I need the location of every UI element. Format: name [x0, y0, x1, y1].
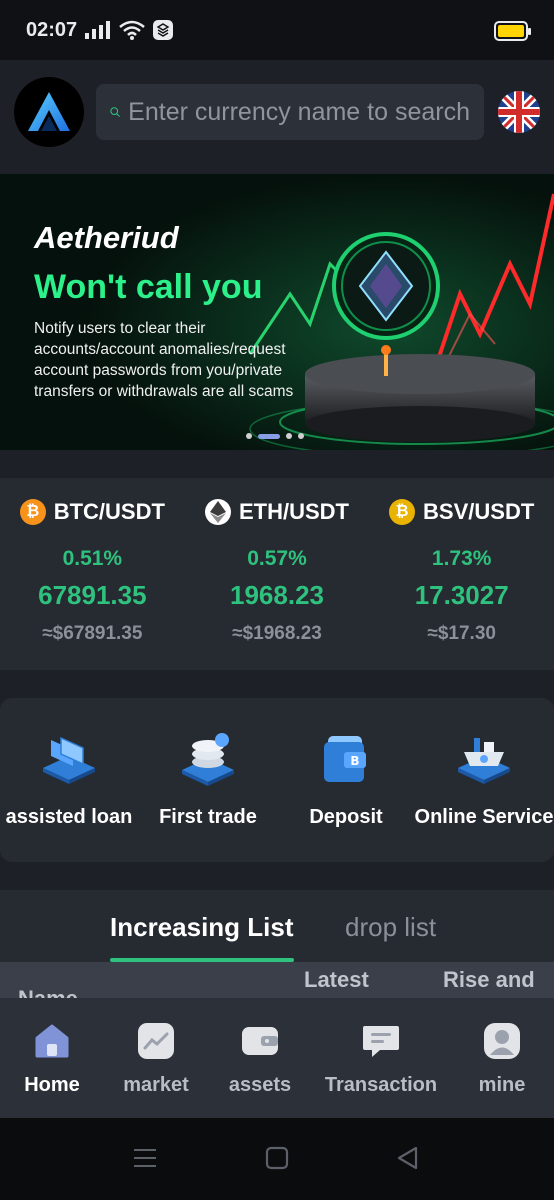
ticker-pair: ₿ BSV/USDT [389, 499, 534, 525]
search-placeholder: Enter currency name to search [128, 97, 470, 126]
usd-value: ≈$1968.23 [232, 623, 322, 644]
change-percent: 1.73% [431, 547, 492, 570]
promo-banner[interactable]: Aetheriud Won't call you Notify users to… [0, 174, 554, 450]
assisted-loan-button[interactable]: assisted loan [5, 698, 133, 829]
bitcoin-icon: ₿ [19, 499, 46, 525]
nav-mine[interactable]: mine [464, 998, 540, 1097]
pair-label: BSV/USDT [423, 499, 535, 524]
ticker-pair: ₿ BTC/USDT [19, 499, 165, 525]
column-latest: Latest [304, 967, 369, 992]
home-button-icon[interactable] [265, 1146, 289, 1170]
nav-label: mine [478, 1074, 526, 1096]
nav-assets[interactable]: assets [222, 998, 298, 1097]
signal-icon [85, 21, 111, 39]
carousel-dot[interactable] [246, 433, 252, 439]
nav-transaction[interactable]: Transaction [322, 998, 440, 1097]
loan-cards-icon [43, 736, 95, 784]
column-rise: Rise and [443, 967, 535, 992]
status-time: 02:07 [26, 18, 78, 41]
language-flag-icon[interactable] [498, 91, 540, 133]
market-ticker: ₿ BTC/USDT 0.51% 67891.35 ≈$67891.35 ETH… [0, 478, 554, 670]
deposit-button[interactable]: B Deposit [296, 698, 396, 829]
last-price: 17.3027 [414, 580, 509, 610]
usd-value: ≈$67891.35 [42, 623, 143, 644]
quick-actions: assisted loan First trade B Deposit Onli… [0, 698, 554, 862]
action-label: Deposit [309, 806, 383, 828]
nav-home[interactable]: Home [14, 998, 90, 1097]
ethereum-icon [205, 499, 231, 525]
nav-label: Home [24, 1074, 80, 1096]
banner-brand: Aetheriud [34, 220, 179, 255]
last-price: 67891.35 [38, 580, 147, 610]
header: Enter currency name to search [0, 60, 554, 164]
user-icon [484, 1023, 520, 1059]
action-label: assisted loan [5, 806, 133, 828]
list-header: Name Latest Rise and [0, 962, 554, 1000]
home-icon [35, 1024, 69, 1058]
last-price: 1968.23 [230, 580, 324, 610]
online-service-button[interactable]: Online Service [414, 698, 554, 829]
action-label: First trade [159, 806, 257, 828]
first-trade-button[interactable]: First trade [150, 698, 266, 829]
status-bar: 02:07 [0, 0, 554, 60]
status-icons [85, 20, 174, 40]
action-label: Online Service [414, 806, 554, 828]
carousel-dot[interactable] [286, 433, 292, 439]
app-logo[interactable] [14, 77, 84, 147]
nav-market[interactable]: market [116, 998, 196, 1097]
ticker-item-bsv[interactable]: ₿ BSV/USDT 1.73% 17.3027 ≈$17.30 [369, 478, 554, 670]
back-icon[interactable] [396, 1146, 420, 1170]
nav-label: assets [228, 1074, 292, 1096]
carousel-dot[interactable] [298, 433, 304, 439]
bitcoin-sv-icon: ₿ [389, 499, 416, 525]
nav-label: Transaction [324, 1074, 438, 1096]
change-percent: 0.57% [247, 547, 307, 570]
banner-body: Notify users to clear their accounts/acc… [34, 320, 294, 400]
recent-apps-icon[interactable] [132, 1146, 158, 1170]
battery-icon [494, 21, 531, 41]
app-notification-icon [153, 20, 174, 40]
wifi-icon [119, 20, 145, 40]
chart-icon [138, 1023, 174, 1059]
ticker-item-eth[interactable]: ETH/USDT 0.57% 1968.23 ≈$1968.23 [185, 478, 370, 670]
banner-art [0, 174, 554, 450]
wallet-nav-icon [242, 1027, 278, 1055]
change-percent: 0.51% [62, 547, 123, 570]
search-input[interactable]: Enter currency name to search [96, 84, 484, 140]
wallet-icon: B [324, 736, 366, 782]
ranking-list: Increasing List drop list Name Latest Ri… [0, 890, 554, 1000]
bottom-nav: Home market assets Transaction mine [0, 998, 554, 1118]
carousel-indicator[interactable] [246, 433, 304, 439]
chat-icon [363, 1026, 399, 1057]
banner-headline: Won't call you [34, 268, 263, 306]
coin-stack-icon [182, 733, 234, 786]
nav-label: market [123, 1074, 189, 1096]
ticker-pair: ETH/USDT [205, 499, 349, 525]
tab-increasing-list[interactable]: Increasing List [110, 912, 294, 943]
ticker-item-btc[interactable]: ₿ BTC/USDT 0.51% 67891.35 ≈$67891.35 [0, 478, 185, 670]
pair-label: BTC/USDT [53, 499, 165, 524]
system-nav-bar [0, 1118, 554, 1200]
carousel-dot-active[interactable] [258, 433, 280, 439]
usd-value: ≈$17.30 [427, 623, 496, 644]
pair-label: ETH/USDT [239, 499, 349, 524]
service-boat-icon [458, 738, 510, 784]
svg-text:B: B [350, 754, 359, 768]
logo-icon [28, 92, 70, 131]
tab-drop-list[interactable]: drop list [345, 912, 436, 943]
search-icon [110, 107, 120, 117]
